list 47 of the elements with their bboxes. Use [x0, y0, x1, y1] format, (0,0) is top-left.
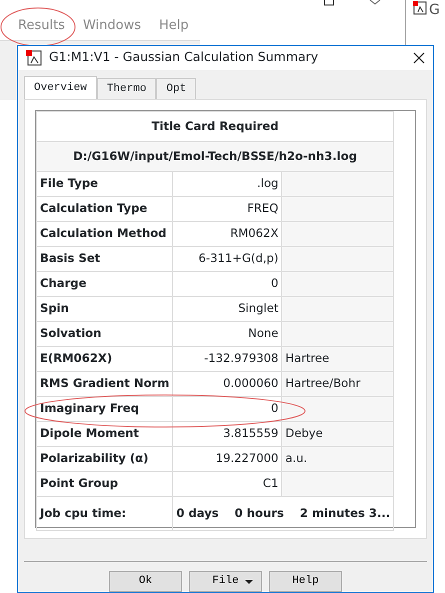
tab[interactable]: Opt [156, 78, 196, 99]
table-cell: None [172, 322, 282, 346]
table-cell: RM062X [172, 222, 282, 246]
maximize-icon [324, 0, 334, 6]
table-cell: -132.979308 [172, 346, 282, 372]
table-cell: Charge [36, 272, 173, 296]
table-cell: Basis Set [36, 246, 173, 272]
table-cell: 0 [172, 396, 282, 422]
table-cell: Calculation Type [36, 196, 173, 222]
table-cell: .log [172, 172, 282, 196]
tab[interactable]: Thermo [96, 78, 156, 99]
table-cell: 6-311+G(d,p) [172, 246, 282, 272]
table-cell: Spin [36, 296, 173, 322]
table-cell: Job cpu time: [36, 496, 173, 530]
dropdown-button[interactable]: File [189, 571, 262, 592]
table-cell: 0 [172, 272, 282, 296]
table-cell: Hartree/Bohr [282, 372, 394, 396]
table-cell: E(RM062X) [36, 346, 173, 372]
table-cell-text: 2 minutes 3... [300, 504, 390, 522]
app-icon [26, 50, 42, 66]
table-cell: 0.000060 [172, 372, 282, 396]
dialog-title: G1:M1:V1 - Gaussian Calculation Summary [49, 48, 320, 66]
table-cell: File Type [36, 172, 173, 196]
table-cell-text: 0 hours [234, 504, 284, 522]
table-cell: Calculation Method [36, 222, 173, 246]
table-cell: Imaginary Freq [36, 396, 173, 422]
tab[interactable]: Overview [24, 76, 97, 99]
table-cell: FREQ [172, 196, 282, 222]
table-cell: Solvation [36, 322, 173, 346]
file-path-cell: D:/G16W/input/Emol-Tech/BSSE/h2o-nh3.log [36, 142, 394, 172]
table-cell: 19.227000 [172, 446, 282, 472]
table-cell: 3.815559 [172, 422, 282, 446]
table-cell: Debye [282, 422, 394, 446]
window-title: G [429, 1, 440, 20]
table-cell: C1 [172, 472, 282, 496]
table-cell: RMS Gradient Norm [36, 372, 173, 396]
table-cell: Polarizability (α) [36, 446, 173, 472]
dialog-button[interactable]: Ok [109, 571, 182, 592]
dialog-button[interactable]: Help [269, 571, 342, 592]
table-header-cell: Title Card Required [36, 112, 394, 142]
table-cell-text: 0 days [176, 504, 219, 522]
table-cell: Singlet [172, 296, 282, 322]
caret-icon [245, 580, 253, 585]
table-cell: Dipole Moment [36, 422, 173, 446]
table-cell: Hartree [282, 346, 394, 372]
table-cell: a.u. [282, 446, 394, 472]
table-cell: Point Group [36, 472, 173, 496]
